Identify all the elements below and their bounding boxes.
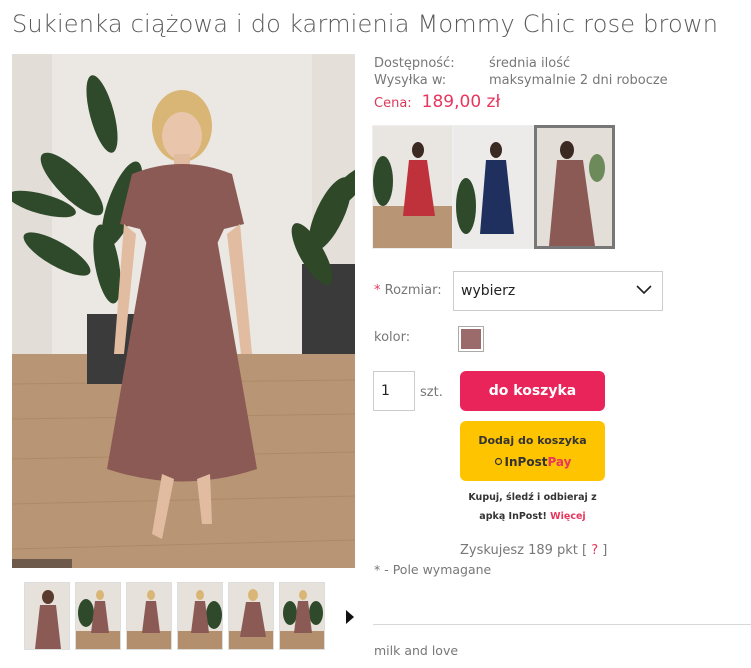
size-label: * Rozmiar:	[374, 283, 442, 298]
divider	[373, 624, 751, 625]
thumbnail-4[interactable]	[177, 582, 223, 650]
inpost-note-line2: apką InPost! Więcej	[460, 507, 605, 526]
inpost-pay-logo: InPost Pay	[494, 454, 572, 469]
price-label: Cena:	[374, 96, 412, 111]
availability-value: średnia ilość	[489, 56, 571, 71]
size-label-text: Rozmiar:	[384, 283, 442, 298]
help-icon[interactable]: ?	[591, 543, 598, 558]
brand-name[interactable]: milk and love	[374, 643, 458, 658]
chevron-down-icon	[636, 284, 652, 300]
variant-red[interactable]	[372, 125, 453, 249]
required-fields-note: * - Pole wymagane	[374, 562, 492, 577]
thumbnail-3[interactable]	[126, 582, 172, 650]
size-select[interactable]: wybierz	[453, 271, 663, 311]
color-label: kolor:	[374, 330, 411, 345]
price-row: Cena: 189,00 zł	[374, 92, 500, 112]
product-info: Dostępność: średnia ilość Wysyłka w: mak…	[374, 55, 668, 89]
inpost-logo-in: InPost	[504, 454, 548, 469]
availability-label: Dostępność:	[374, 56, 455, 71]
inpost-logo-icon	[494, 455, 503, 469]
size-select-value: wybierz	[461, 283, 516, 299]
required-mark: *	[374, 283, 381, 298]
thumbnail-strip	[24, 582, 325, 650]
quantity-unit: szt.	[420, 385, 443, 400]
points-close: ]	[602, 543, 608, 558]
thumbnail-2[interactable]	[75, 582, 121, 650]
add-to-cart-button[interactable]: do koszyka	[460, 371, 605, 411]
inpost-logo-pay: Pay	[547, 454, 572, 469]
inpost-pay-button[interactable]: Dodaj do koszyka InPost Pay	[460, 421, 605, 481]
shipping-row: Wysyłka w: maksymalnie 2 dni robocze	[374, 72, 668, 89]
quantity-input[interactable]	[373, 371, 415, 411]
variant-rose-brown[interactable]	[534, 125, 615, 249]
variant-images	[372, 125, 615, 249]
price-value: 189,00 zł	[421, 92, 501, 112]
chevron-right-icon[interactable]	[345, 608, 355, 626]
shipping-value: maksymalnie 2 dni robocze	[489, 73, 668, 88]
points-text: Zyskujesz 189 pkt [	[460, 543, 588, 558]
color-swatch-fill	[461, 329, 481, 349]
loyalty-points: Zyskujesz 189 pkt [ ? ]	[460, 543, 607, 558]
thumbnail-6[interactable]	[279, 582, 325, 650]
variant-navy[interactable]	[453, 125, 534, 249]
shipping-label: Wysyłka w:	[374, 73, 447, 88]
inpost-note-text: apką InPost!	[479, 511, 547, 522]
product-title: Sukienka ciążowa i do karmienia Mommy Ch…	[12, 10, 719, 38]
thumbnail-1[interactable]	[24, 582, 70, 650]
inpost-more-link[interactable]: Więcej	[550, 511, 586, 522]
inpost-note: Kupuj, śledź i odbieraj z apką InPost! W…	[460, 488, 605, 526]
product-main-image[interactable]	[12, 54, 355, 568]
inpost-button-text: Dodaj do koszyka	[478, 433, 587, 447]
color-swatch[interactable]	[458, 326, 484, 352]
availability-row: Dostępność: średnia ilość	[374, 55, 668, 72]
thumbnail-5[interactable]	[228, 582, 274, 650]
inpost-note-line1: Kupuj, śledź i odbieraj z	[468, 492, 597, 503]
